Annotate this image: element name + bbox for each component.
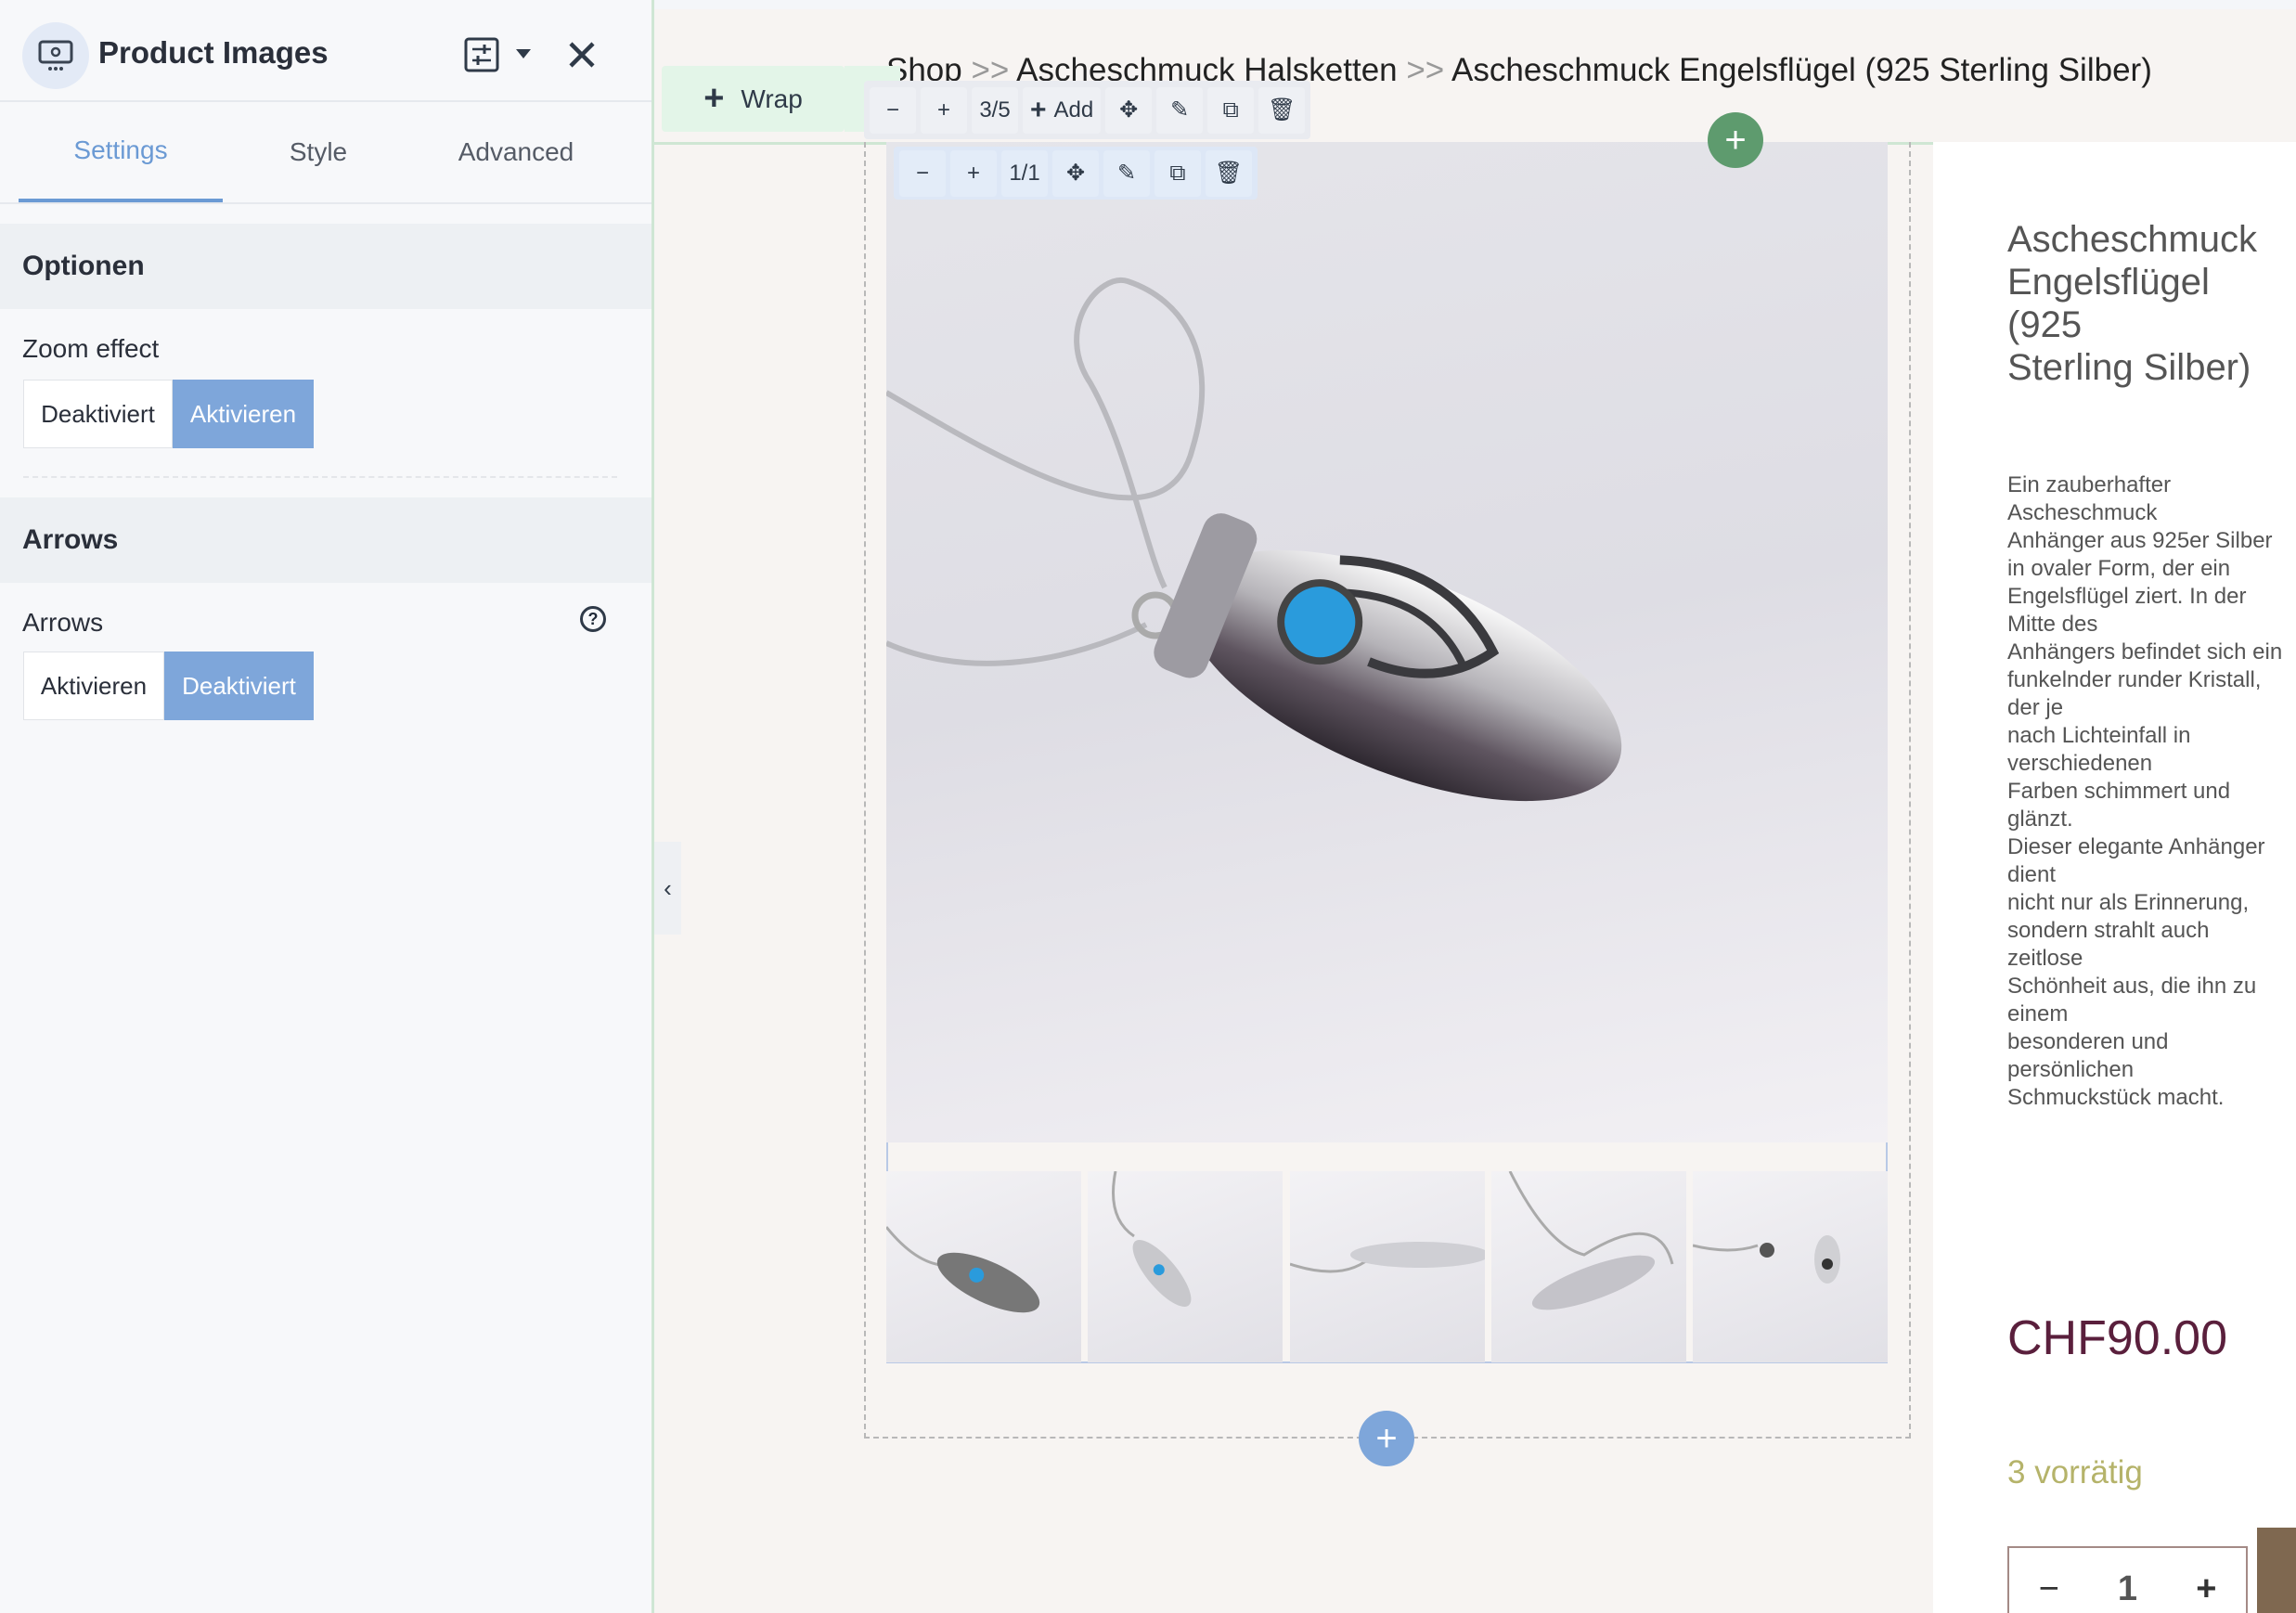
add-to-cart-button[interactable] xyxy=(2257,1528,2296,1613)
description-line: besonderen und persönlichen xyxy=(2007,1029,2169,1082)
description-line: in ovaler Form, der ein xyxy=(2007,556,2231,581)
quantity-stepper[interactable]: − 1 + xyxy=(2007,1546,2248,1613)
plus-icon: + xyxy=(703,79,725,118)
plus-button[interactable]: + xyxy=(921,86,967,134)
close-icon[interactable] xyxy=(568,41,596,73)
image-toolbar: − + 1/1 ✥ ✎ ⧉ 🗑 xyxy=(894,147,1258,200)
product-images-icon xyxy=(22,22,89,89)
edit-pencil-icon[interactable]: ✎ xyxy=(1103,149,1150,197)
quantity-value[interactable]: 1 xyxy=(2118,1569,2137,1609)
zoom-aktivieren-button[interactable]: Aktivieren xyxy=(173,380,314,448)
description-line: nicht nur als Erinnerung, xyxy=(2007,890,2250,915)
plus-button[interactable]: + xyxy=(950,149,997,197)
thumbnail-2[interactable] xyxy=(1088,1171,1283,1362)
zoom-effect-label: Zoom effect xyxy=(22,334,160,363)
title-line: Sterling Silber) xyxy=(2007,347,2251,388)
description-line: Engelsflügel ziert. In der Mitte des xyxy=(2007,584,2247,637)
add-label: Add xyxy=(1053,97,1094,123)
add-element-plus-button[interactable]: + xyxy=(1359,1411,1414,1466)
divider xyxy=(23,476,617,478)
arrows-label: Arrows xyxy=(22,608,104,637)
product-price: CHF90.00 xyxy=(2007,1311,2227,1365)
caret-down-icon[interactable] xyxy=(516,48,531,65)
trash-icon[interactable]: 🗑 xyxy=(1258,86,1306,134)
quantity-minus-button[interactable]: − xyxy=(2039,1569,2059,1609)
trash-icon[interactable]: 🗑 xyxy=(1206,149,1252,197)
minus-button[interactable]: − xyxy=(870,86,916,134)
canvas-top-strip xyxy=(654,0,2296,9)
tab-style[interactable]: Style xyxy=(216,102,420,202)
section-arrows[interactable]: Arrows xyxy=(0,497,651,583)
move-icon[interactable]: ✥ xyxy=(1052,149,1099,197)
main-product-image[interactable] xyxy=(886,142,1888,1142)
column-counter: 3/5 xyxy=(972,86,1018,134)
duplicate-icon[interactable]: ⧉ xyxy=(1154,149,1201,197)
minus-button[interactable]: − xyxy=(899,149,946,197)
title-line: Ascheschmuck xyxy=(2007,219,2257,260)
collapse-panel-chevron-icon[interactable]: ‹ xyxy=(654,842,681,935)
wrap-button[interactable]: + Wrap xyxy=(662,66,845,132)
thumbnail-3[interactable] xyxy=(1290,1171,1485,1362)
column-counter: 1/1 xyxy=(1001,149,1048,197)
breadcrumb-sep: >> xyxy=(1406,52,1445,88)
move-icon[interactable]: ✥ xyxy=(1105,86,1153,134)
add-section-plus-button[interactable]: + xyxy=(1708,112,1763,168)
description-line: Schmuckstück macht. xyxy=(2007,1085,2225,1110)
gallery-toolbar: − + 3/5 + Add ✥ ✎ ⧉ 🗑 xyxy=(864,81,1311,139)
description-line: nach Lichteinfall in verschiedenen xyxy=(2007,723,2191,776)
duplicate-icon[interactable]: ⧉ xyxy=(1207,86,1255,134)
title-line: Engelsflügel (925 xyxy=(2007,262,2210,345)
description-line: Anhängers befindet sich ein xyxy=(2007,639,2283,665)
thumbnail-4[interactable] xyxy=(1491,1171,1686,1362)
zoom-deaktiviert-button[interactable]: Deaktiviert xyxy=(23,380,173,448)
description-line: Schönheit aus, die ihn zu einem xyxy=(2007,974,2257,1026)
thumbnail-1[interactable] xyxy=(886,1171,1081,1362)
description-line: sondern strahlt auch zeitlose xyxy=(2007,918,2210,971)
tab-advanced[interactable]: Advanced xyxy=(414,102,618,202)
wrap-label: Wrap xyxy=(741,84,803,113)
description-line: Anhänger aus 925er Silber xyxy=(2007,528,2273,553)
sliders-icon[interactable] xyxy=(464,37,499,77)
panel-header: Product Images xyxy=(0,0,651,102)
product-title: Ascheschmuck Engelsflügel (925 Sterling … xyxy=(2007,218,2286,389)
description-line: funkelnder runder Kristall, der je xyxy=(2007,667,2262,720)
tab-settings[interactable]: Settings xyxy=(19,102,223,202)
divider xyxy=(0,202,651,204)
edit-pencil-icon[interactable]: ✎ xyxy=(1156,86,1204,134)
product-description: Ein zauberhafter Ascheschmuck Anhänger a… xyxy=(2007,471,2286,1112)
description-line: Farben schimmert und glänzt. xyxy=(2007,779,2231,832)
breadcrumb-current: Ascheschmuck Engelsflügel (925 Sterling … xyxy=(1451,52,2152,88)
description-line: Ein zauberhafter Ascheschmuck xyxy=(2007,472,2172,525)
arrows-deaktiviert-button[interactable]: Deaktiviert xyxy=(164,652,314,720)
add-button[interactable]: + Add xyxy=(1023,86,1102,134)
quantity-plus-button[interactable]: + xyxy=(2196,1569,2216,1609)
stock-status: 3 vorrätig xyxy=(2007,1454,2143,1490)
description-line: Dieser elegante Anhänger dient xyxy=(2007,834,2265,887)
help-icon[interactable]: ? xyxy=(580,606,606,632)
section-optionen[interactable]: Optionen xyxy=(0,224,651,309)
thumbnail-5[interactable] xyxy=(1693,1171,1888,1362)
plus-icon: + xyxy=(1030,94,1047,125)
settings-panel: Product Images Settings Style Advanced O… xyxy=(0,0,654,1613)
panel-title: Product Images xyxy=(98,35,329,70)
arrows-aktivieren-button[interactable]: Aktivieren xyxy=(23,652,164,720)
